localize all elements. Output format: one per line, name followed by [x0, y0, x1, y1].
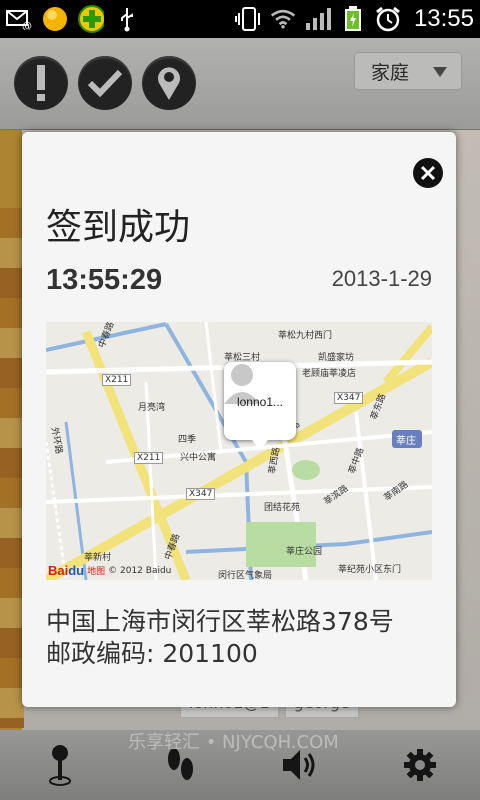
map-label: 莘松九村西门 [278, 331, 333, 341]
status-bar: @ 13:55 [0, 0, 480, 38]
baidu-logo-ditu: 地图 [87, 567, 106, 577]
map-label: 凯盛家坊 [318, 353, 355, 363]
vibrate-icon [234, 6, 261, 32]
plus-app-icon [78, 5, 104, 33]
signal-icon [305, 6, 331, 32]
check-in-date: 2013-1-29 [331, 266, 432, 291]
address-block: 中国上海市闵行区莘松路378号 邮政编码: 201100 [46, 606, 394, 670]
pin-user-label: lonno1... [236, 395, 284, 409]
map-label: 莘纪苑小区东门 [338, 565, 402, 575]
map-label: 老顾庙莘凌店 [302, 369, 357, 379]
map-label: 莘庄公园 [286, 547, 323, 557]
map-label: X347 [334, 392, 364, 404]
map-label: 闵行区气象局 [218, 571, 273, 580]
map-label: X211 [134, 452, 164, 464]
location-map[interactable]: 中春路 莘松三村 莘松九村西门 凯盛家坊 老顾庙莘凌店 X211 月亮湾 X34… [46, 322, 432, 580]
usb-icon [114, 6, 140, 32]
baidu-map-logo: Baidu 地图 © 2012 Baidu [48, 563, 171, 578]
svg-text:@: @ [22, 21, 32, 30]
sun-app-icon [42, 6, 68, 32]
user-location-pin[interactable]: lonno1... [224, 362, 296, 450]
map-label: 月亮湾 [138, 403, 166, 413]
check-in-success-dialog: 签到成功 13:55:29 2013-1-29 中春路 莘松三村 莘松九村西门 … [22, 132, 456, 707]
map-label: 四季 [178, 435, 197, 445]
baidu-logo-bai: Bai [48, 563, 69, 578]
close-button[interactable] [413, 158, 443, 188]
status-time: 13:55 [413, 5, 474, 32]
close-icon [420, 165, 436, 181]
address-line: 中国上海市闵行区莘松路378号 [46, 607, 394, 636]
battery-charging-icon [340, 6, 366, 32]
map-label: 团结花苑 [264, 503, 301, 513]
map-copyright: © 2012 Baidu [108, 565, 172, 576]
baidu-logo-du: du [68, 563, 85, 578]
email-alert-icon: @ [6, 6, 32, 32]
check-in-time: 13:55:29 [46, 264, 163, 296]
map-label: 莘庄 [396, 436, 416, 447]
map-label: X347 [186, 488, 216, 500]
map-label: 兴中公寓 [180, 453, 217, 463]
map-label: X211 [102, 374, 132, 386]
alarm-icon [375, 6, 401, 32]
postal-code-line: 邮政编码: 201100 [46, 639, 258, 668]
dialog-title: 签到成功 [46, 207, 191, 248]
wifi-icon [270, 6, 296, 32]
map-label: 莘新村 [84, 553, 112, 563]
